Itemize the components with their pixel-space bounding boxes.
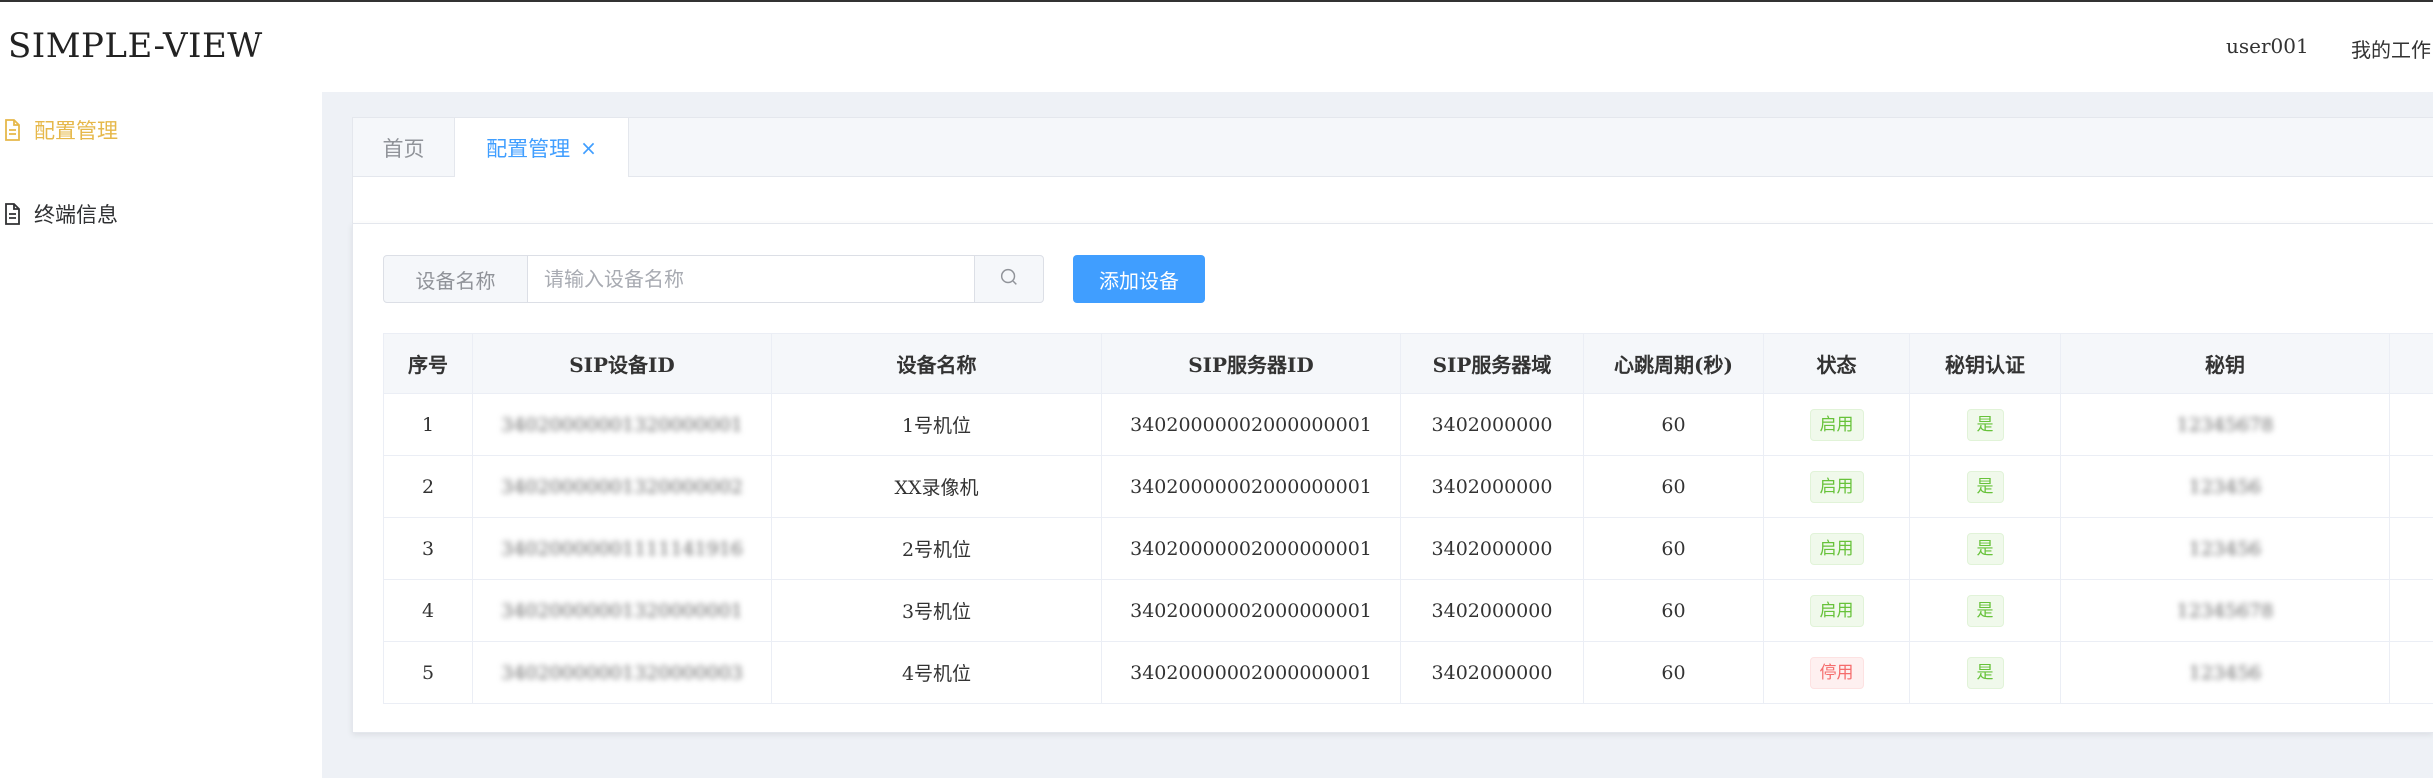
cell-sip-id: 34020000001320000001	[501, 599, 743, 622]
cell-index: 1	[383, 393, 473, 456]
col-header-status[interactable]: 状态	[1763, 333, 1910, 394]
table-row[interactable]: 5 34020000001320000003 4号机位 340200000020…	[383, 641, 2433, 704]
search-icon	[998, 266, 1020, 292]
auth-badge: 是	[1966, 594, 2004, 627]
col-header-name[interactable]: 设备名称	[771, 333, 1102, 394]
config-card: 设备名称 添加设备 序号 SIP设备ID 设备名称 SIP服务器ID SIP服务…	[352, 223, 2433, 733]
cell-server-id: 34020000002000000001	[1101, 455, 1401, 518]
cell-sip-id: 34020000001320000001	[501, 413, 743, 436]
cell-server-id: 34020000002000000001	[1101, 517, 1401, 580]
status-badge: 停用	[1809, 656, 1864, 689]
table-header-row: 序号 SIP设备ID 设备名称 SIP服务器ID SIP服务器域 心跳周期(秒)…	[383, 333, 2433, 394]
auth-badge: 是	[1966, 408, 2004, 441]
auth-badge: 是	[1966, 656, 2004, 689]
col-header-domain[interactable]: SIP服务器域	[1400, 333, 1584, 394]
cell-name: 2号机位	[771, 517, 1102, 580]
brand-logo-text: SIMPLE-VIEW	[8, 26, 263, 66]
cell-secret: 12345678	[2176, 599, 2274, 622]
cell-domain: 3402000000	[1400, 579, 1584, 642]
col-header-auth[interactable]: 秘钥认证	[1909, 333, 2061, 394]
cell-index: 4	[383, 579, 473, 642]
cell-heartbeat: 60	[1583, 455, 1764, 518]
cell-sip-id: 34020000001111141916	[501, 537, 743, 560]
add-device-button[interactable]: 添加设备	[1073, 255, 1205, 303]
search-button[interactable]	[974, 255, 1044, 303]
table-row[interactable]: 1 34020000001320000001 1号机位 340200000020…	[383, 393, 2433, 456]
cell-actions	[2389, 517, 2433, 580]
cell-secret: 12345678	[2176, 413, 2274, 436]
cell-domain: 3402000000	[1400, 393, 1584, 456]
cell-server-id: 34020000002000000001	[1101, 393, 1401, 456]
cell-secret: 123456	[2188, 661, 2262, 684]
sidebar-item-label: 配置管理	[34, 119, 118, 143]
tab-bar: 首页 配置管理 ×	[352, 117, 2433, 178]
cell-domain: 3402000000	[1400, 517, 1584, 580]
cell-heartbeat: 60	[1583, 517, 1764, 580]
auth-badge: 是	[1966, 532, 2004, 565]
tab-content-strip	[352, 177, 2433, 223]
cell-sip-id: 34020000001320000003	[501, 661, 743, 684]
status-badge: 启用	[1809, 594, 1864, 627]
status-badge: 启用	[1809, 408, 1864, 441]
cell-heartbeat: 60	[1583, 393, 1764, 456]
cell-server-id: 34020000002000000001	[1101, 579, 1401, 642]
tab-home[interactable]: 首页	[353, 118, 455, 177]
cell-heartbeat: 60	[1583, 641, 1764, 704]
cell-secret: 123456	[2188, 537, 2262, 560]
cell-domain: 3402000000	[1400, 641, 1584, 704]
cell-actions	[2389, 579, 2433, 642]
cell-sip-id: 34020000001320000002	[501, 475, 743, 498]
col-header-secret[interactable]: 秘钥	[2060, 333, 2390, 394]
auth-badge: 是	[1966, 470, 2004, 503]
device-table: 序号 SIP设备ID 设备名称 SIP服务器ID SIP服务器域 心跳周期(秒)…	[383, 333, 2433, 704]
cell-actions	[2389, 641, 2433, 704]
search-input[interactable]	[528, 255, 975, 303]
cell-name: XX录像机	[771, 455, 1102, 518]
col-header-server-id[interactable]: SIP服务器ID	[1101, 333, 1401, 394]
cell-actions	[2389, 393, 2433, 456]
cell-server-id: 34020000002000000001	[1101, 641, 1401, 704]
table-row[interactable]: 2 34020000001320000002 XX录像机 34020000002…	[383, 455, 2433, 518]
table-row[interactable]: 4 34020000001320000001 3号机位 340200000020…	[383, 579, 2433, 642]
col-header-sip-id[interactable]: SIP设备ID	[472, 333, 772, 394]
document-icon	[0, 118, 24, 142]
user-name[interactable]: user001	[2226, 34, 2309, 58]
cell-actions	[2389, 455, 2433, 518]
cell-index: 2	[383, 455, 473, 518]
col-header-actions	[2389, 333, 2433, 394]
search-label: 设备名称	[383, 255, 528, 303]
cell-name: 4号机位	[771, 641, 1102, 704]
col-header-index[interactable]: 序号	[383, 333, 473, 394]
sidebar: 配置管理 终端信息	[0, 92, 322, 778]
col-header-heartbeat[interactable]: 心跳周期(秒)	[1583, 333, 1764, 394]
tab-config-label: 配置管理	[486, 137, 571, 161]
status-badge: 启用	[1809, 532, 1864, 565]
sidebar-item-config[interactable]: 配置管理	[0, 110, 118, 150]
cell-heartbeat: 60	[1583, 579, 1764, 642]
tab-home-label: 首页	[382, 136, 425, 161]
sidebar-item-terminal[interactable]: 终端信息	[0, 194, 118, 234]
close-icon[interactable]: ×	[580, 136, 597, 160]
status-badge: 启用	[1809, 470, 1864, 503]
cell-index: 5	[383, 641, 473, 704]
cell-name: 3号机位	[771, 579, 1102, 642]
my-workspace-link[interactable]: 我的工作台	[2351, 34, 2433, 63]
sidebar-item-label: 终端信息	[34, 203, 118, 227]
document-icon	[0, 202, 24, 226]
cell-index: 3	[383, 517, 473, 580]
cell-domain: 3402000000	[1400, 455, 1584, 518]
tab-config[interactable]: 配置管理 ×	[455, 118, 629, 178]
cell-secret: 123456	[2188, 475, 2262, 498]
app-header: SIMPLE-VIEW user001 我的工作台	[0, 2, 2433, 92]
table-row[interactable]: 3 34020000001111141916 2号机位 340200000020…	[383, 517, 2433, 580]
cell-name: 1号机位	[771, 393, 1102, 456]
